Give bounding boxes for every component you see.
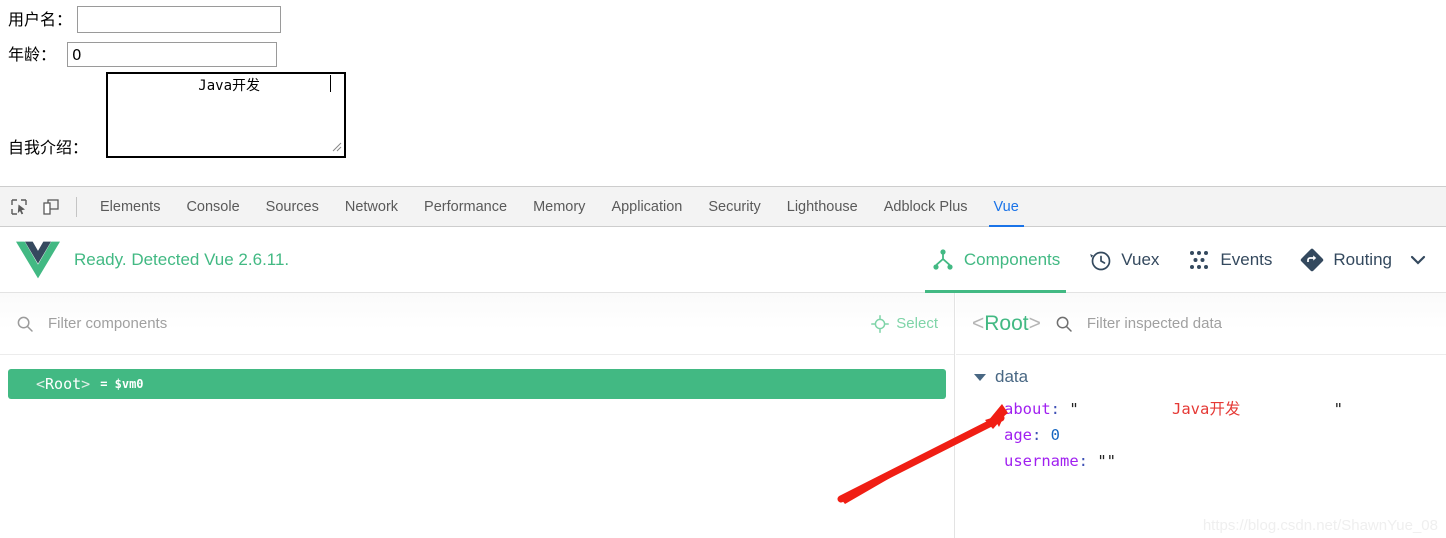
- devtools-tab-label: Adblock Plus: [883, 198, 968, 215]
- age-label: 年龄：: [8, 44, 57, 64]
- text-caret: [330, 75, 331, 92]
- username-row: 用户名：: [8, 6, 282, 33]
- data-entry-username[interactable]: username: "": [1004, 448, 1446, 474]
- tree-row-name: <Root>: [36, 375, 91, 393]
- devtools-tab-application[interactable]: Application: [598, 187, 695, 227]
- data-section-label: data: [995, 367, 1029, 386]
- vue-nav-routing[interactable]: Routing: [1286, 227, 1406, 293]
- devtools-tab-memory[interactable]: Memory: [520, 187, 598, 227]
- devtools-tab-label: Lighthouse: [786, 198, 858, 215]
- component-tree: <Root> = $vm0: [0, 355, 954, 399]
- search-icon: [1056, 316, 1072, 332]
- about-row: 自我介绍：: [8, 140, 88, 156]
- vue-nav-list: Components Vuex Events Routing: [917, 227, 1446, 293]
- data-entry-separator: :: [1050, 400, 1070, 418]
- components-pane: Select <Root> = $vm0: [0, 293, 955, 538]
- toolbar-divider: [76, 196, 77, 217]
- inspector-filter-bar: <Root>: [956, 293, 1446, 355]
- data-entry-key: age: [1004, 426, 1032, 444]
- devtools-tab-label: Sources: [265, 198, 319, 215]
- search-icon: [17, 316, 33, 332]
- devtools-tab-network[interactable]: Network: [332, 187, 411, 227]
- data-entry-value: Java开发: [1078, 400, 1334, 418]
- screenshot-root: 用户名： 年龄： 自我介绍： Java开发: [0, 0, 1446, 538]
- vue-status-text: Ready. Detected Vue 2.6.11.: [74, 249, 290, 269]
- components-filter-bar: Select: [0, 293, 954, 355]
- inspected-component-tag: <Root>: [972, 311, 1041, 335]
- vue-nav-components[interactable]: Components: [917, 227, 1074, 293]
- devtools-tab-performance[interactable]: Performance: [411, 187, 520, 227]
- devtools-tab-label: Security: [708, 198, 761, 215]
- devtools-tab-label: Application: [611, 198, 683, 215]
- triangle-down-icon: [974, 373, 986, 381]
- devtools-tab-lighthouse[interactable]: Lighthouse: [774, 187, 871, 227]
- vue-nav-label: Vuex: [1121, 249, 1160, 269]
- devtools-tab-label: Memory: [533, 198, 586, 215]
- page-content-form: 用户名： 年龄： 自我介绍： Java开发: [0, 0, 1446, 186]
- watermark-text: https://blog.csdn.net/ShawnYue_08: [1202, 517, 1438, 534]
- filter-inspected-data-input[interactable]: [1084, 314, 1430, 333]
- data-entry-age[interactable]: age: 0: [1004, 422, 1446, 448]
- data-entry-value: 0: [1050, 426, 1061, 444]
- devtools-tab-label: Network: [344, 198, 399, 215]
- data-entry-key: about: [1004, 400, 1051, 418]
- devtools-tabbar: Elements Console Sources Network Performance…: [0, 186, 1446, 227]
- tree-row-vm-label: = $vm0: [100, 377, 144, 391]
- devtools-tab-label: Performance: [424, 198, 508, 215]
- about-label: 自我介绍：: [8, 138, 89, 157]
- vue-nav-events[interactable]: Events: [1173, 227, 1286, 293]
- devtools-tab-adblock-plus[interactable]: Adblock Plus: [871, 187, 981, 227]
- vue-devtools-header: Ready. Detected Vue 2.6.11. Components V…: [0, 227, 1446, 293]
- data-entry-about[interactable]: about: " Java开发 ": [1004, 396, 1446, 422]
- data-entry-quote-open: ": [1069, 400, 1079, 418]
- data-entry-key: username: [1004, 452, 1079, 470]
- data-entry-quote-open: ": [1097, 452, 1107, 470]
- chevron-down-icon[interactable]: [1408, 250, 1428, 270]
- inspect-element-icon[interactable]: [6, 194, 32, 220]
- age-input[interactable]: [67, 42, 278, 67]
- devtools-tab-label: Elements: [100, 198, 161, 215]
- filter-components-input[interactable]: [46, 314, 872, 333]
- vue-nav-label: Routing: [1333, 249, 1392, 269]
- inspector-pane: <Root> data about: " Java开发 "age: 0usern…: [956, 293, 1446, 538]
- tree-row-root[interactable]: <Root> = $vm0: [8, 369, 946, 399]
- vue-nav-vuex[interactable]: Vuex: [1074, 227, 1173, 293]
- routing-diamond-icon: [1301, 248, 1324, 271]
- events-dots-icon: [1190, 250, 1209, 269]
- inspected-data-panel: data about: " Java开发 " age: 0 username: "": [956, 355, 1446, 474]
- data-entry-separator: :: [1032, 426, 1051, 444]
- devtools-tab-security[interactable]: Security: [695, 187, 773, 227]
- devtools-tab-label: Vue: [993, 198, 1019, 215]
- vue-nav-label: Events: [1220, 249, 1273, 269]
- devtools-tab-console[interactable]: Console: [173, 187, 252, 227]
- clock-history-icon: [1090, 251, 1111, 270]
- vue-logo-icon: [16, 241, 60, 278]
- device-toolbar-icon[interactable]: [38, 194, 64, 220]
- devtools-tab-vue[interactable]: Vue: [981, 187, 1032, 227]
- age-row: 年龄：: [8, 42, 278, 67]
- devtools-tab-sources[interactable]: Sources: [253, 187, 332, 227]
- data-entry-separator: :: [1078, 452, 1098, 470]
- devtools-tab-list: Elements Console Sources Network Performance…: [87, 187, 1032, 227]
- components-tree-icon: [933, 248, 953, 270]
- select-component-button[interactable]: Select: [871, 314, 938, 333]
- username-label: 用户名：: [8, 9, 73, 29]
- devtools-tab-label: Console: [186, 198, 240, 215]
- data-entries-list: about: " Java开发 " age: 0 username: "": [956, 396, 1446, 474]
- data-entry-quote-close: ": [1333, 400, 1343, 418]
- select-button-label: Select: [896, 315, 938, 332]
- about-textarea[interactable]: Java开发: [106, 72, 346, 158]
- devtools-tab-elements[interactable]: Elements: [87, 187, 173, 227]
- data-section-toggle[interactable]: data: [956, 367, 1446, 387]
- username-input[interactable]: [77, 6, 282, 33]
- vue-nav-label: Components: [963, 249, 1061, 269]
- target-crosshair-icon: [871, 314, 890, 333]
- data-entry-quote-close: ": [1106, 452, 1117, 470]
